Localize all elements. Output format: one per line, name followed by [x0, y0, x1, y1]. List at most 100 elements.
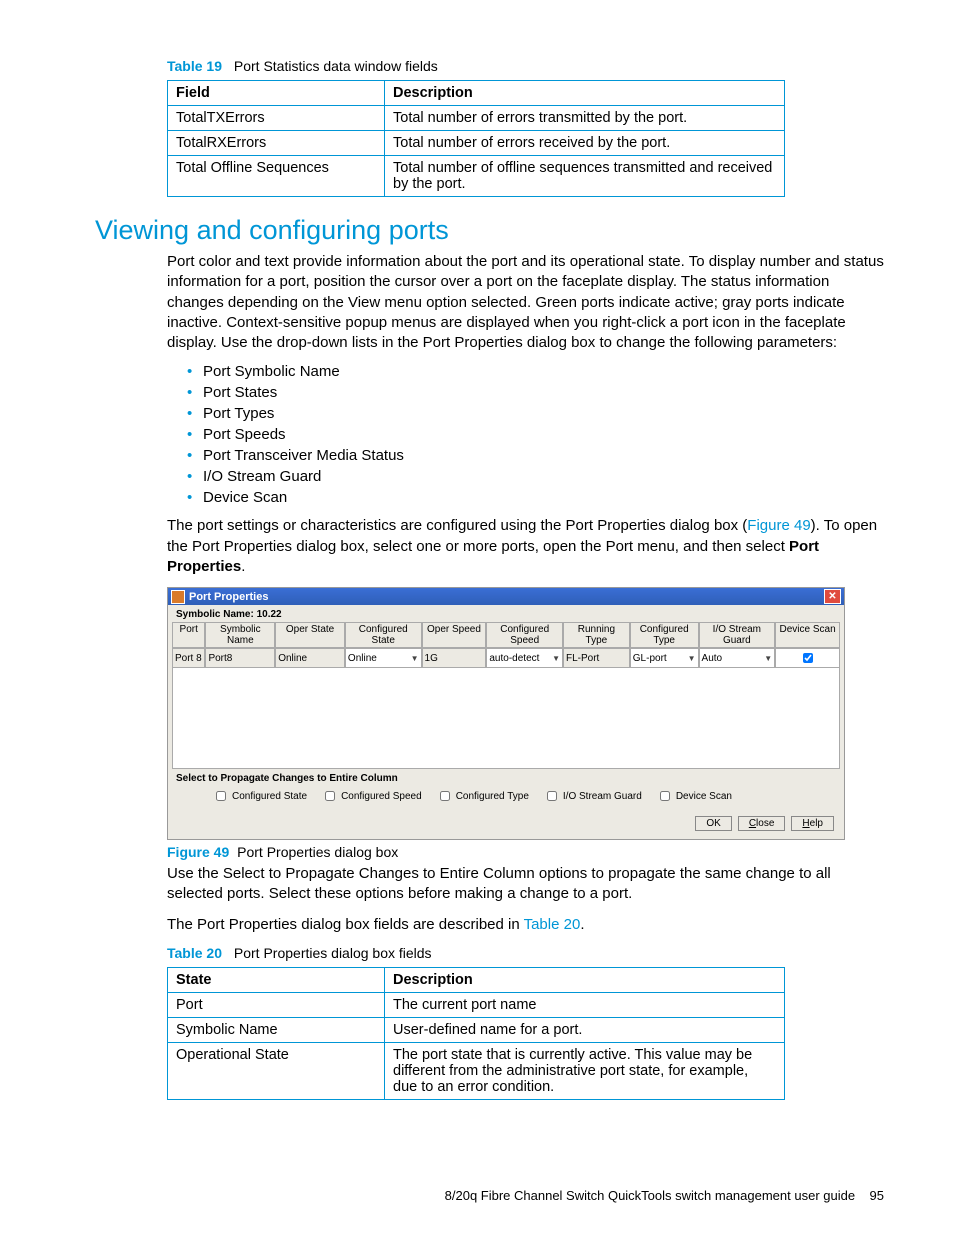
close-icon[interactable]: ✕	[824, 589, 841, 604]
cell: Symbolic Name	[168, 1017, 385, 1042]
table-row: Port The current port name	[168, 992, 785, 1017]
col-conf-speed: Configured Speed	[486, 622, 563, 648]
figure49-caption: Figure 49 Port Properties dialog box	[167, 844, 884, 860]
col-port: Port	[172, 622, 205, 648]
figure49-num: Figure 49	[167, 844, 233, 860]
col-symbolic: Symbolic Name	[205, 622, 275, 648]
chevron-down-icon: ▼	[552, 654, 560, 663]
propagate-device-scan[interactable]: Device Scan	[656, 788, 732, 804]
col-oper-state: Oper State	[275, 622, 345, 648]
table19-text: Port Statistics data window fields	[234, 58, 438, 74]
list-item: Port Speeds	[187, 426, 884, 443]
cell: Port	[168, 992, 385, 1017]
propagate-conf-state[interactable]: Configured State	[212, 788, 307, 804]
text: .	[241, 558, 245, 575]
table-row: Operational State The port state that is…	[168, 1042, 785, 1099]
symbolic-name-label: Symbolic Name: 10.22	[172, 607, 840, 622]
link-figure49[interactable]: Figure 49	[747, 517, 810, 534]
table-row: TotalTXErrors Total number of errors tra…	[168, 106, 785, 131]
cell: Total number of offline sequences transm…	[385, 156, 785, 197]
help-button[interactable]: Help	[791, 816, 834, 831]
table20-h1: Description	[385, 967, 785, 992]
cell: TotalTXErrors	[168, 106, 385, 131]
propagate-conf-speed[interactable]: Configured Speed	[321, 788, 422, 804]
para-table20-intro: The Port Properties dialog box fields ar…	[167, 915, 884, 935]
chevron-down-icon: ▼	[688, 654, 696, 663]
table-row: TotalRXErrors Total number of errors rec…	[168, 131, 785, 156]
close-button[interactable]: Close	[738, 816, 786, 831]
para-open-dialog: The port settings or characteristics are…	[167, 516, 884, 577]
table-row: Total Offline Sequences Total number of …	[168, 156, 785, 197]
cell: Total number of errors transmitted by th…	[385, 106, 785, 131]
table19-num: Table 19	[167, 58, 230, 74]
cell-oper-state: Online	[275, 648, 345, 668]
table20-text: Port Properties dialog box fields	[234, 945, 432, 961]
cell-oper-speed: 1G	[422, 648, 487, 668]
col-running-type: Running Type	[563, 622, 630, 648]
table-row: State Description	[168, 967, 785, 992]
cell: TotalRXErrors	[168, 131, 385, 156]
grid-row: Port 8 Port8 Online Online▼ 1G auto-dete…	[172, 648, 840, 668]
ok-button[interactable]: OK	[695, 816, 731, 831]
list-item: Device Scan	[187, 489, 884, 506]
dialog-titlebar[interactable]: Port Properties ✕	[168, 588, 844, 605]
table19-h0: Field	[168, 81, 385, 106]
table19-caption: Table 19 Port Statistics data window fie…	[167, 58, 884, 74]
cell: Total Offline Sequences	[168, 156, 385, 197]
chevron-down-icon: ▼	[764, 654, 772, 663]
table20: State Description Port The current port …	[167, 967, 785, 1100]
page-number: 95	[870, 1188, 884, 1203]
cell-running-type: FL-Port	[563, 648, 630, 668]
propagate-io-guard[interactable]: I/O Stream Guard	[543, 788, 642, 804]
dialog-title: Port Properties	[189, 591, 268, 603]
chevron-down-icon: ▼	[411, 654, 419, 663]
col-device-scan: Device Scan	[775, 622, 840, 648]
cell: User-defined name for a port.	[385, 1017, 785, 1042]
device-scan-checkbox[interactable]	[775, 648, 840, 668]
text: .	[580, 916, 584, 933]
table-row: Symbolic Name User-defined name for a po…	[168, 1017, 785, 1042]
table20-num: Table 20	[167, 945, 230, 961]
text: The port settings or characteristics are…	[167, 517, 747, 534]
port-properties-dialog: Port Properties ✕ Symbolic Name: 10.22 P…	[167, 587, 845, 840]
cell-port: Port 8	[172, 648, 205, 668]
cell: Operational State	[168, 1042, 385, 1099]
cell: Total number of errors received by the p…	[385, 131, 785, 156]
list-item: Port States	[187, 384, 884, 401]
para-intro: Port color and text provide information …	[167, 252, 884, 353]
param-list: Port Symbolic Name Port States Port Type…	[187, 363, 884, 506]
list-item: Port Transceiver Media Status	[187, 447, 884, 464]
cell: The port state that is currently active.…	[385, 1042, 785, 1099]
conf-type-select[interactable]: GL-port▼	[630, 648, 699, 668]
io-guard-select[interactable]: Auto▼	[699, 648, 776, 668]
list-item: Port Types	[187, 405, 884, 422]
figure49-text: Port Properties dialog box	[237, 844, 398, 860]
section-heading: Viewing and configuring ports	[95, 215, 884, 246]
conf-state-select[interactable]: Online▼	[345, 648, 422, 668]
propagate-options: Configured State Configured Speed Config…	[172, 786, 840, 810]
page-footer: 8/20q Fibre Channel Switch QuickTools sw…	[445, 1188, 884, 1203]
cell-symbolic: Port8	[205, 648, 275, 668]
col-oper-speed: Oper Speed	[422, 622, 487, 648]
propagate-label: Select to Propagate Changes to Entire Co…	[172, 769, 840, 786]
table-row: Field Description	[168, 81, 785, 106]
java-icon	[171, 590, 185, 604]
grid-body-empty	[172, 668, 840, 769]
cell: The current port name	[385, 992, 785, 1017]
list-item: I/O Stream Guard	[187, 468, 884, 485]
table20-h0: State	[168, 967, 385, 992]
propagate-conf-type[interactable]: Configured Type	[436, 788, 529, 804]
link-table20[interactable]: Table 20	[524, 916, 581, 933]
footer-text: 8/20q Fibre Channel Switch QuickTools sw…	[445, 1188, 855, 1203]
table20-caption: Table 20 Port Properties dialog box fiel…	[167, 945, 884, 961]
col-io-guard: I/O Stream Guard	[699, 622, 776, 648]
grid-header: Port Symbolic Name Oper State Configured…	[172, 622, 840, 648]
list-item: Port Symbolic Name	[187, 363, 884, 380]
table19-h1: Description	[385, 81, 785, 106]
table19: Field Description TotalTXErrors Total nu…	[167, 80, 785, 197]
conf-speed-select[interactable]: auto-detect▼	[486, 648, 563, 668]
col-conf-state: Configured State	[345, 622, 422, 648]
text: The Port Properties dialog box fields ar…	[167, 916, 524, 933]
col-conf-type: Configured Type	[630, 622, 699, 648]
para-propagate: Use the Select to Propagate Changes to E…	[167, 864, 884, 905]
